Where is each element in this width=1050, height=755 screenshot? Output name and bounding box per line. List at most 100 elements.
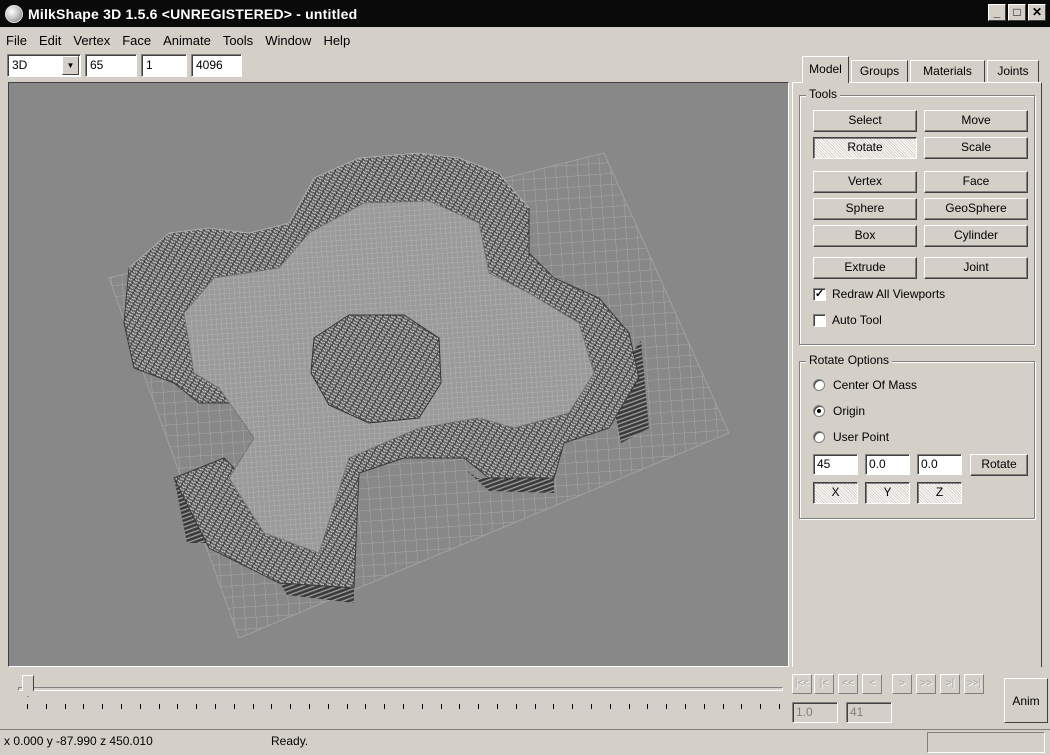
rotate-apply-button[interactable]: Rotate [970, 454, 1028, 476]
angle-field[interactable]: 45 [813, 454, 858, 475]
far-clip-field[interactable]: 4096 [191, 54, 242, 77]
extrude-button[interactable]: Extrude [813, 257, 917, 279]
menu-file[interactable]: File [0, 33, 33, 48]
fov-field[interactable]: 65 [85, 54, 137, 77]
timeline-tick [703, 704, 705, 709]
viewport-scene[interactable] [9, 83, 788, 666]
rewind-icon[interactable]: << [838, 674, 858, 694]
center-of-mass-radio[interactable]: Center Of Mass [813, 378, 917, 392]
user-point-radio[interactable]: User Point [813, 430, 889, 444]
chevron-down-icon[interactable]: ▼ [62, 56, 79, 75]
timeline-tick [27, 704, 28, 709]
near-clip-field[interactable]: 1 [141, 54, 187, 77]
menu-help[interactable]: Help [317, 33, 356, 48]
menu-vertex[interactable]: Vertex [67, 33, 116, 48]
tools-group: Tools Select Move Rotate Scale Vertex Fa… [799, 87, 1035, 345]
menu-face[interactable]: Face [116, 33, 157, 48]
timeline-tick [459, 704, 461, 709]
current-frame-field[interactable]: 1.0 [792, 702, 838, 723]
select-button[interactable]: Select [813, 110, 917, 132]
timeline-tick [685, 704, 686, 709]
menu-bar: File Edit Vertex Face Animate Tools Wind… [0, 30, 356, 51]
center-of-mass-label: Center Of Mass [833, 378, 918, 392]
z-axis-toggle[interactable]: Z [917, 482, 962, 504]
timeline-tick [177, 704, 179, 709]
timeline-tick [722, 704, 724, 709]
tab-groups[interactable]: Groups [851, 60, 908, 82]
menu-window[interactable]: Window [259, 33, 317, 48]
x-axis-toggle[interactable]: X [813, 482, 858, 504]
timeline-slider-thumb[interactable] [22, 675, 34, 697]
side-panel: Model Groups Materials Joints Tools Sele… [792, 52, 1050, 667]
timeline-tick [290, 704, 292, 709]
next-keyframe-icon[interactable]: >| [940, 674, 960, 694]
animation-timeline[interactable] [8, 670, 789, 716]
timeline-tick [553, 704, 555, 709]
timeline-tick [233, 704, 235, 709]
playback-controls: |<< |< << < > >> >| >>| 1.0 41 [792, 674, 1002, 730]
3d-viewport[interactable] [8, 82, 789, 667]
origin-radio[interactable]: Origin [813, 404, 865, 418]
box-button[interactable]: Box [813, 225, 917, 247]
status-message: Ready. [271, 734, 309, 748]
menu-animate[interactable]: Animate [157, 33, 217, 48]
minimize-button[interactable]: _ [988, 4, 1006, 21]
total-frames-field[interactable]: 41 [846, 702, 892, 723]
tab-materials[interactable]: Materials [910, 60, 985, 82]
joint-button[interactable]: Joint [924, 257, 1028, 279]
timeline-tick [591, 704, 592, 709]
view-mode-select[interactable]: 3D ▼ [7, 54, 81, 77]
timeline-track[interactable] [18, 687, 783, 691]
prev-keyframe-icon[interactable]: |< [814, 674, 834, 694]
axis-value-2-field[interactable]: 0.0 [917, 454, 962, 475]
tools-group-title: Tools [806, 87, 841, 101]
rotate-button[interactable]: Rotate [813, 137, 917, 159]
timeline-tick [572, 704, 574, 709]
radio-off-icon[interactable] [813, 431, 825, 443]
timeline-tick [440, 704, 442, 709]
step-back-icon[interactable]: < [862, 674, 882, 694]
move-button[interactable]: Move [924, 110, 1028, 132]
redraw-all-viewports-label: Redraw All Viewports [832, 287, 946, 301]
anim-mode-button[interactable]: Anim [1004, 678, 1048, 723]
timeline-tick [534, 704, 536, 709]
last-frame-icon[interactable]: >>| [964, 674, 984, 694]
tab-model[interactable]: Model [802, 56, 849, 83]
sphere-button[interactable]: Sphere [813, 198, 917, 220]
timeline-tick [271, 704, 273, 709]
axis-value-1-field[interactable]: 0.0 [865, 454, 910, 475]
cylinder-button[interactable]: Cylinder [924, 225, 1028, 247]
checkmark-icon[interactable]: ✓ [813, 287, 826, 301]
timeline-tick [741, 704, 743, 709]
checkbox-empty-icon[interactable] [813, 313, 826, 327]
window-title: MilkShape 3D 1.5.6 <UNREGISTERED> - unti… [28, 5, 358, 22]
radio-on-icon[interactable] [813, 405, 825, 417]
close-button[interactable]: ✕ [1028, 4, 1046, 21]
tab-joints[interactable]: Joints [987, 60, 1039, 82]
menu-tools[interactable]: Tools [217, 33, 259, 48]
timeline-tick [327, 704, 329, 709]
timeline-tick [384, 704, 386, 709]
timeline-tick [346, 704, 348, 709]
user-point-label: User Point [833, 430, 890, 444]
vertex-button[interactable]: Vertex [813, 171, 917, 193]
status-bar: x 0.000 y -87.990 z 450.010 Ready. [0, 729, 1050, 755]
timeline-tick [515, 704, 517, 709]
auto-tool-checkbox[interactable]: Auto Tool [813, 313, 882, 327]
y-axis-toggle[interactable]: Y [865, 482, 910, 504]
face-button[interactable]: Face [924, 171, 1028, 193]
scale-button[interactable]: Scale [924, 137, 1028, 159]
auto-tool-label: Auto Tool [832, 313, 882, 327]
radio-off-icon[interactable] [813, 379, 825, 391]
timeline-tick [779, 704, 780, 709]
timeline-tick [139, 704, 141, 709]
redraw-all-viewports-checkbox[interactable]: ✓ Redraw All Viewports [813, 287, 945, 301]
menu-edit[interactable]: Edit [33, 33, 67, 48]
play-icon[interactable]: > [892, 674, 912, 694]
app-icon [5, 4, 23, 23]
geosphere-button[interactable]: GeoSphere [924, 198, 1028, 220]
maximize-button[interactable]: □ [1008, 4, 1026, 21]
fast-forward-icon[interactable]: >> [916, 674, 936, 694]
rotate-options-title: Rotate Options [806, 353, 893, 367]
first-frame-icon[interactable]: |<< [792, 674, 812, 694]
